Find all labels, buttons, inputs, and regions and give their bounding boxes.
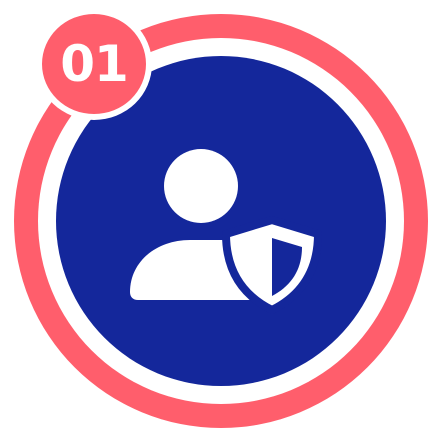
- step-number: 01: [60, 35, 129, 93]
- step-marker: 01: [0, 0, 431, 437]
- step-number-badge: 01: [36, 8, 152, 120]
- user-head: [164, 149, 238, 223]
